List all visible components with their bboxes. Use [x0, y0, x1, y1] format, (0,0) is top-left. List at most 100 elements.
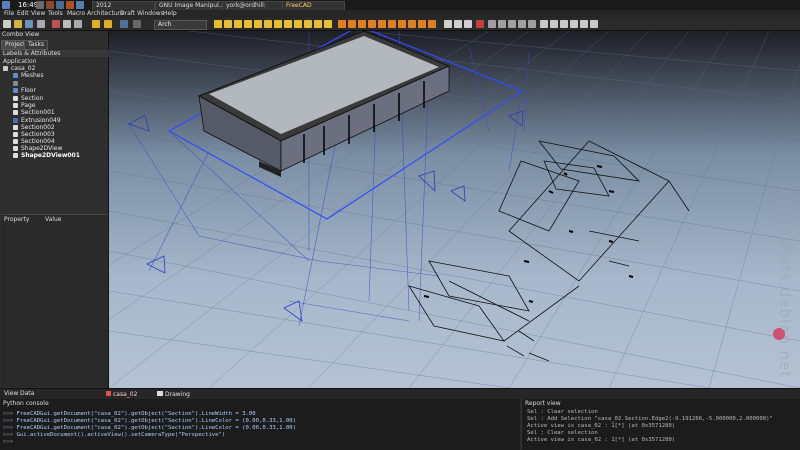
- app-menu-icon[interactable]: [2, 1, 10, 9]
- draft-tool-icon[interactable]: [264, 20, 272, 28]
- tree-item[interactable]: Floor: [13, 87, 36, 94]
- arch-tool-icon[interactable]: [378, 20, 386, 28]
- launcher-icon[interactable]: [76, 1, 84, 9]
- view-icon[interactable]: [498, 20, 506, 28]
- help-icon[interactable]: [133, 20, 141, 28]
- draft-tool-icon[interactable]: [314, 20, 322, 28]
- open-file-icon[interactable]: [14, 20, 22, 28]
- view-icon[interactable]: [560, 20, 568, 28]
- view-icon[interactable]: [528, 20, 536, 28]
- menu-draft[interactable]: Draft: [120, 10, 135, 18]
- undo-icon[interactable]: [92, 20, 100, 28]
- tab-tasks[interactable]: Tasks: [24, 40, 49, 50]
- report-line: Sel : Clear selection: [527, 430, 598, 436]
- view-icon[interactable]: [518, 20, 526, 28]
- view-icon[interactable]: [550, 20, 558, 28]
- launcher-icon[interactable]: [56, 1, 64, 9]
- view-icon[interactable]: [488, 20, 496, 28]
- tree-item-selected[interactable]: Shape2DView001: [13, 152, 80, 159]
- refresh-icon[interactable]: [120, 20, 128, 28]
- draft-tool-icon[interactable]: [234, 20, 242, 28]
- draft-tool-icon[interactable]: [254, 20, 262, 28]
- draft-tool-icon[interactable]: [244, 20, 252, 28]
- floor-grid: [109, 31, 800, 388]
- menu-help[interactable]: Help: [163, 10, 177, 18]
- tree-item[interactable]: [13, 80, 21, 87]
- arch-tool-icon[interactable]: [418, 20, 426, 28]
- snap-icon[interactable]: [444, 20, 452, 28]
- tab-data[interactable]: Data: [20, 390, 34, 398]
- tree-item[interactable]: Section003: [13, 131, 55, 138]
- tree-item[interactable]: Section004: [13, 138, 55, 145]
- building-model: [197, 31, 451, 177]
- report-line: Active view is casa_02 : 1[*] (at 0x3571…: [527, 437, 676, 443]
- draft-tool-icon[interactable]: [304, 20, 312, 28]
- draft-tool-icon[interactable]: [324, 20, 332, 28]
- property-column-header: Property: [4, 216, 30, 223]
- tree-item[interactable]: Section001: [13, 109, 55, 116]
- menu-edit[interactable]: Edit: [17, 10, 29, 18]
- save-icon[interactable]: [25, 20, 33, 28]
- cut-icon[interactable]: [52, 20, 60, 28]
- copy-icon[interactable]: [63, 20, 71, 28]
- console-input-line[interactable]: >>>: [3, 439, 13, 446]
- tree-item[interactable]: Shape2DView: [13, 145, 62, 152]
- debian-logo-icon: [773, 328, 785, 340]
- draft-tool-icon[interactable]: [274, 20, 282, 28]
- menu-windows[interactable]: Windows: [137, 10, 164, 18]
- report-view-title: Report view: [525, 400, 561, 407]
- paste-icon[interactable]: [74, 20, 82, 28]
- snap-icon[interactable]: [464, 20, 472, 28]
- view-icon[interactable]: [580, 20, 588, 28]
- draft-tool-icon[interactable]: [284, 20, 292, 28]
- menu-file[interactable]: File: [4, 10, 14, 18]
- arch-tool-icon[interactable]: [408, 20, 416, 28]
- report-line: Sel : Add Selection "casa_02.Section.Edg…: [527, 416, 773, 422]
- arch-tool-icon[interactable]: [398, 20, 406, 28]
- arch-tool-icon[interactable]: [388, 20, 396, 28]
- arch-tool-icon[interactable]: [358, 20, 366, 28]
- stop-icon[interactable]: [476, 20, 484, 28]
- 3d-viewport[interactable]: screenshots.debian.net: [109, 31, 800, 388]
- redo-icon[interactable]: [104, 20, 112, 28]
- report-line: Sel : Clear selection: [527, 409, 598, 415]
- tree-item[interactable]: Meshes: [13, 72, 44, 79]
- python-console[interactable]: Python console >>> FreeCADGui.getDocumen…: [0, 399, 520, 450]
- view-icon[interactable]: [590, 20, 598, 28]
- value-column-header: Value: [45, 216, 62, 223]
- menu-macro[interactable]: Macro: [67, 10, 85, 18]
- new-file-icon[interactable]: [3, 20, 11, 28]
- console-line: >>> Gui.activeDocument().activeView().se…: [3, 432, 226, 438]
- arch-tool-icon[interactable]: [428, 20, 436, 28]
- application-label: Application: [3, 58, 37, 65]
- report-line: Active view is casa_02 : 1[*] (at 0x3571…: [527, 423, 676, 429]
- launcher-icon[interactable]: [36, 1, 44, 9]
- print-icon[interactable]: [37, 20, 45, 28]
- snap-icon[interactable]: [454, 20, 462, 28]
- menu-tools[interactable]: Tools: [48, 10, 63, 18]
- tree-item[interactable]: Section: [13, 95, 43, 102]
- tree-item[interactable]: Page: [13, 102, 36, 109]
- view-icon[interactable]: [570, 20, 578, 28]
- draft-tool-icon[interactable]: [224, 20, 232, 28]
- tab-view[interactable]: View: [4, 390, 18, 398]
- view-icon[interactable]: [508, 20, 516, 28]
- tree-item-document[interactable]: casa_02: [3, 65, 35, 72]
- view-icon[interactable]: [540, 20, 548, 28]
- arch-tool-icon[interactable]: [348, 20, 356, 28]
- arch-tool-icon[interactable]: [368, 20, 376, 28]
- draft-tool-icon[interactable]: [294, 20, 302, 28]
- property-view: Property Value: [1, 214, 107, 387]
- draft-tool-icon[interactable]: [214, 20, 222, 28]
- drawing-icon: [157, 391, 163, 396]
- launcher-icon[interactable]: [46, 1, 54, 9]
- arch-tool-icon[interactable]: [338, 20, 346, 28]
- workbench-select[interactable]: Arch: [154, 20, 207, 30]
- tree-item[interactable]: Extrusion049: [13, 117, 61, 124]
- combo-view-title: Combo View: [2, 31, 40, 38]
- tree-item[interactable]: Section002: [13, 124, 55, 131]
- bottom-tabs-row: View Data casa_02 : 1* Drawing viewer*: [0, 388, 800, 406]
- menu-architecture[interactable]: Architecture: [87, 10, 124, 18]
- browser-icon[interactable]: [66, 1, 74, 9]
- menu-view[interactable]: View: [31, 10, 45, 18]
